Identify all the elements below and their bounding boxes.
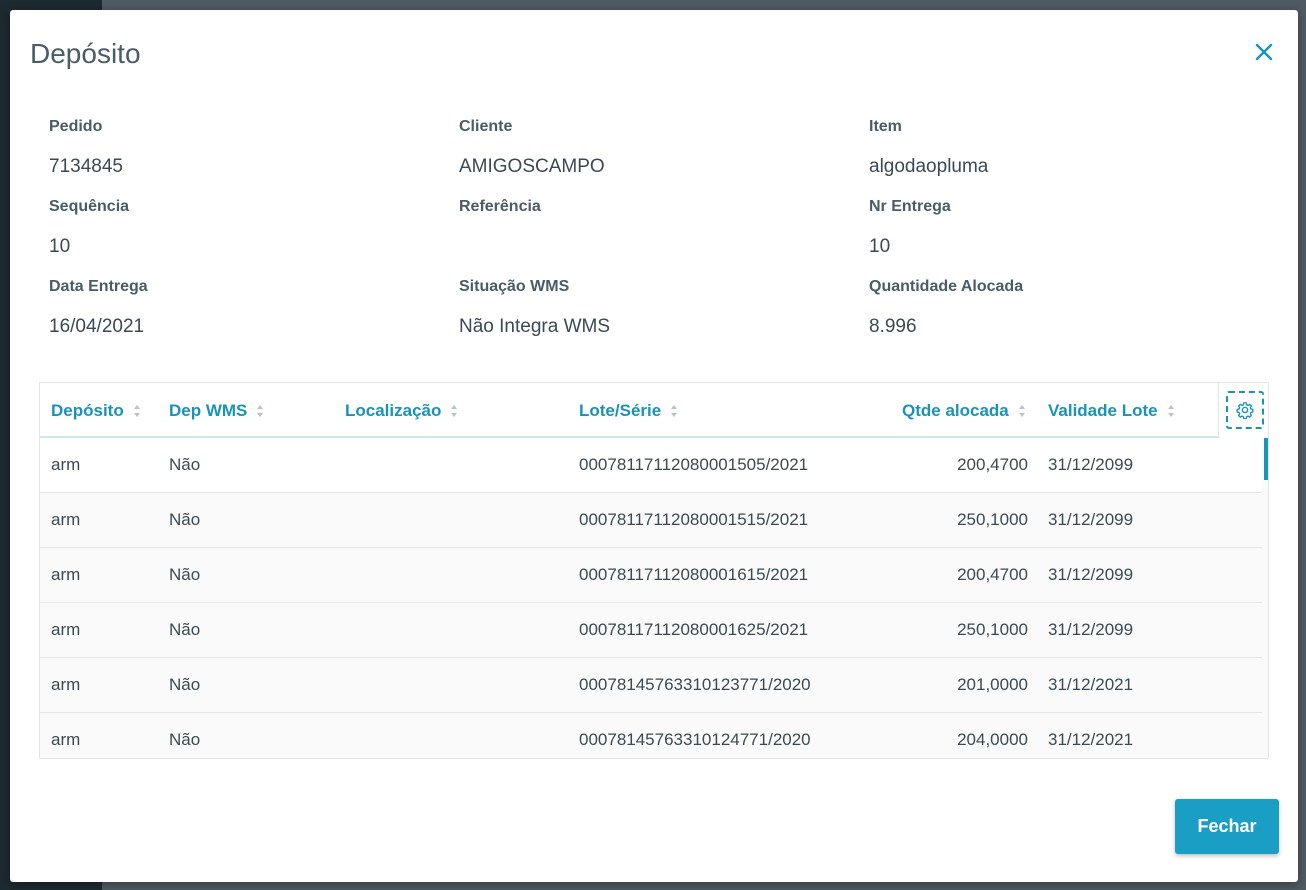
column-label: Qtde alocada (902, 400, 1009, 420)
cell-lote: 00078145763310123771/2020 (579, 675, 811, 694)
table-scrollbar[interactable] (1264, 438, 1268, 480)
referencia-label: Referência (459, 198, 541, 215)
data-entrega-value: 16/04/2021 (49, 316, 145, 337)
cell-qtde: 250,1000 (957, 510, 1028, 529)
cliente-label: Cliente (459, 118, 513, 135)
close-button[interactable] (1252, 40, 1276, 64)
info-row-1: Pedido 7134845 Cliente AMIGOSCAMPO Item … (49, 114, 1279, 194)
column-header-localizacao[interactable]: Localização (345, 383, 458, 438)
deposito-modal: Depósito Pedido 7134845 Cliente AMIGOSCA… (10, 10, 1298, 882)
table-settings-button[interactable] (1226, 391, 1264, 429)
item-value: algodaopluma (869, 156, 989, 177)
table-row[interactable]: arm Não 00078145763310123771/2020 201,00… (40, 658, 1262, 713)
cell-dep-wms: Não (169, 455, 201, 474)
cell-validade: 31/12/2099 (1048, 565, 1134, 584)
sort-icon (1018, 404, 1025, 417)
table-header: Depósito Dep WMS Localização Lote/Série … (40, 383, 1268, 438)
info-data-entrega: Data Entrega 16/04/2021 (49, 274, 459, 354)
nr-entrega-value: 10 (869, 236, 891, 257)
cell-dep-wms: Não (169, 730, 201, 749)
cell-qtde: 204,0000 (957, 730, 1028, 749)
cell-lote: 00078145763310124771/2020 (579, 730, 811, 749)
cell-qtde: 200,4700 (957, 455, 1028, 474)
cell-qtde: 201,0000 (957, 675, 1028, 694)
column-header-qtde-alocada[interactable]: Qtde alocada (902, 383, 1026, 438)
deposito-table: Depósito Dep WMS Localização Lote/Série … (39, 382, 1269, 759)
info-item: Item algodaopluma (869, 114, 1279, 194)
cell-qtde: 250,1000 (957, 620, 1028, 639)
column-header-validade-lote[interactable]: Validade Lote (1048, 383, 1175, 438)
table-row[interactable]: arm Não 00078145763310124771/2020 204,00… (40, 713, 1262, 758)
sort-icon (133, 404, 140, 417)
cell-lote: 00078117112080001625/2021 (579, 620, 809, 639)
table-row[interactable]: arm Não 00078117112080001615/2021 200,47… (40, 548, 1262, 603)
column-label: Depósito (51, 400, 124, 420)
situacao-wms-value: Não Integra WMS (459, 316, 610, 337)
table-settings-cell (1218, 383, 1268, 438)
table-row[interactable]: arm Não 00078117112080001515/2021 250,10… (40, 493, 1262, 548)
sequencia-label: Sequência (49, 198, 130, 215)
info-row-3: Data Entrega 16/04/2021 Situação WMS Não… (49, 274, 1279, 354)
column-header-deposito[interactable]: Depósito (51, 383, 141, 438)
column-label: Validade Lote (1048, 400, 1158, 420)
cell-dep-wms: Não (169, 510, 201, 529)
info-row-2: Sequência 10 Referência Nr Entrega 10 (49, 194, 1279, 274)
pedido-label: Pedido (49, 118, 103, 135)
info-cliente: Cliente AMIGOSCAMPO (459, 114, 869, 194)
column-label: Lote/Série (579, 400, 662, 420)
cell-deposito: arm (51, 565, 81, 584)
modal-title: Depósito (30, 38, 141, 69)
column-label: Dep WMS (169, 400, 248, 420)
cell-lote: 00078117112080001615/2021 (579, 565, 809, 584)
info-situacao-wms: Situação WMS Não Integra WMS (459, 274, 869, 354)
cell-validade: 31/12/2099 (1048, 620, 1134, 639)
cell-validade: 31/12/2021 (1048, 730, 1134, 749)
cell-deposito: arm (51, 620, 81, 639)
column-header-dep-wms[interactable]: Dep WMS (169, 383, 264, 438)
info-quantidade-alocada: Quantidade Alocada 8.996 (869, 274, 1279, 354)
cell-deposito: arm (51, 455, 81, 474)
cell-dep-wms: Não (169, 620, 201, 639)
item-label: Item (869, 118, 902, 135)
close-icon (1255, 43, 1273, 61)
quantidade-alocada-value: 8.996 (869, 316, 917, 337)
cell-validade: 31/12/2021 (1048, 675, 1134, 694)
cell-lote: 00078117112080001515/2021 (579, 510, 809, 529)
sort-icon (1167, 404, 1174, 417)
cell-deposito: arm (51, 510, 81, 529)
pedido-value: 7134845 (49, 156, 123, 177)
nr-entrega-label: Nr Entrega (869, 198, 951, 215)
column-label: Localização (345, 400, 442, 420)
situacao-wms-label: Situação WMS (459, 278, 570, 295)
referencia-value (459, 234, 869, 260)
sequencia-value: 10 (49, 236, 71, 257)
info-sequencia: Sequência 10 (49, 194, 459, 274)
info-grid: Pedido 7134845 Cliente AMIGOSCAMPO Item … (49, 114, 1279, 354)
cell-validade: 31/12/2099 (1048, 510, 1134, 529)
column-header-lote-serie[interactable]: Lote/Série (579, 383, 678, 438)
cell-dep-wms: Não (169, 565, 201, 584)
cell-deposito: arm (51, 730, 81, 749)
sort-icon (671, 404, 678, 417)
cell-qtde: 200,4700 (957, 565, 1028, 584)
sort-icon (451, 404, 458, 417)
sort-icon (257, 404, 264, 417)
table-row[interactable]: arm Não 00078117112080001505/2021 200,47… (40, 438, 1262, 493)
cliente-value: AMIGOSCAMPO (459, 156, 605, 177)
info-nr-entrega: Nr Entrega 10 (869, 194, 1279, 274)
info-referencia: Referência (459, 194, 869, 274)
quantidade-alocada-label: Quantidade Alocada (869, 278, 1024, 295)
cell-deposito: arm (51, 675, 81, 694)
table-row[interactable]: arm Não 00078117112080001625/2021 250,10… (40, 603, 1262, 658)
info-pedido: Pedido 7134845 (49, 114, 459, 194)
gear-icon (1236, 402, 1254, 419)
data-entrega-label: Data Entrega (49, 278, 148, 295)
cell-dep-wms: Não (169, 675, 201, 694)
fechar-button[interactable]: Fechar (1175, 799, 1279, 854)
cell-validade: 31/12/2099 (1048, 455, 1134, 474)
cell-lote: 00078117112080001505/2021 (579, 455, 809, 474)
